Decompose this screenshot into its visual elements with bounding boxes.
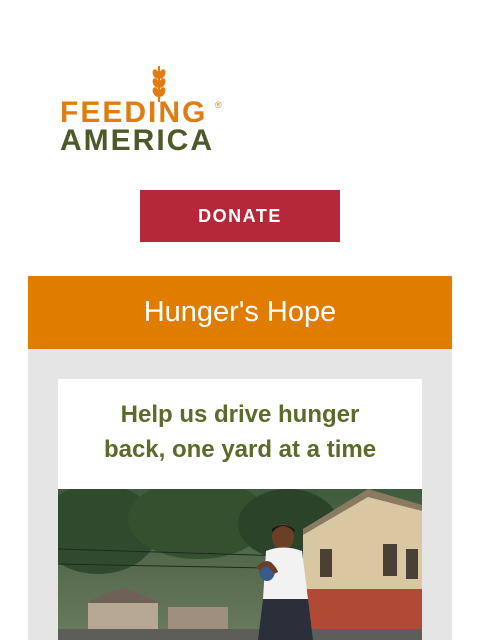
- donate-button[interactable]: DONATE: [140, 190, 340, 242]
- registered-mark: ®: [215, 100, 222, 110]
- feeding-america-logo[interactable]: FEEDING ® AMERICA: [58, 66, 228, 156]
- card-heading: Help us drive hunger back, one yard at a…: [58, 397, 422, 467]
- card-heading-line-2: back, one yard at a time: [103, 436, 377, 463]
- email-page: FEEDING ® AMERICA DONATE Hunger's Hope H…: [0, 0, 480, 640]
- logo-word-america: AMERICA: [60, 124, 214, 157]
- card-heading-line-1: Help us drive hunger: [120, 401, 360, 428]
- story-card: Help us drive hunger back, one yard at a…: [58, 379, 422, 640]
- banner-title: Hunger's Hope: [28, 276, 452, 349]
- hero-photo[interactable]: [58, 489, 422, 640]
- football-kid-photo-icon: [58, 489, 422, 640]
